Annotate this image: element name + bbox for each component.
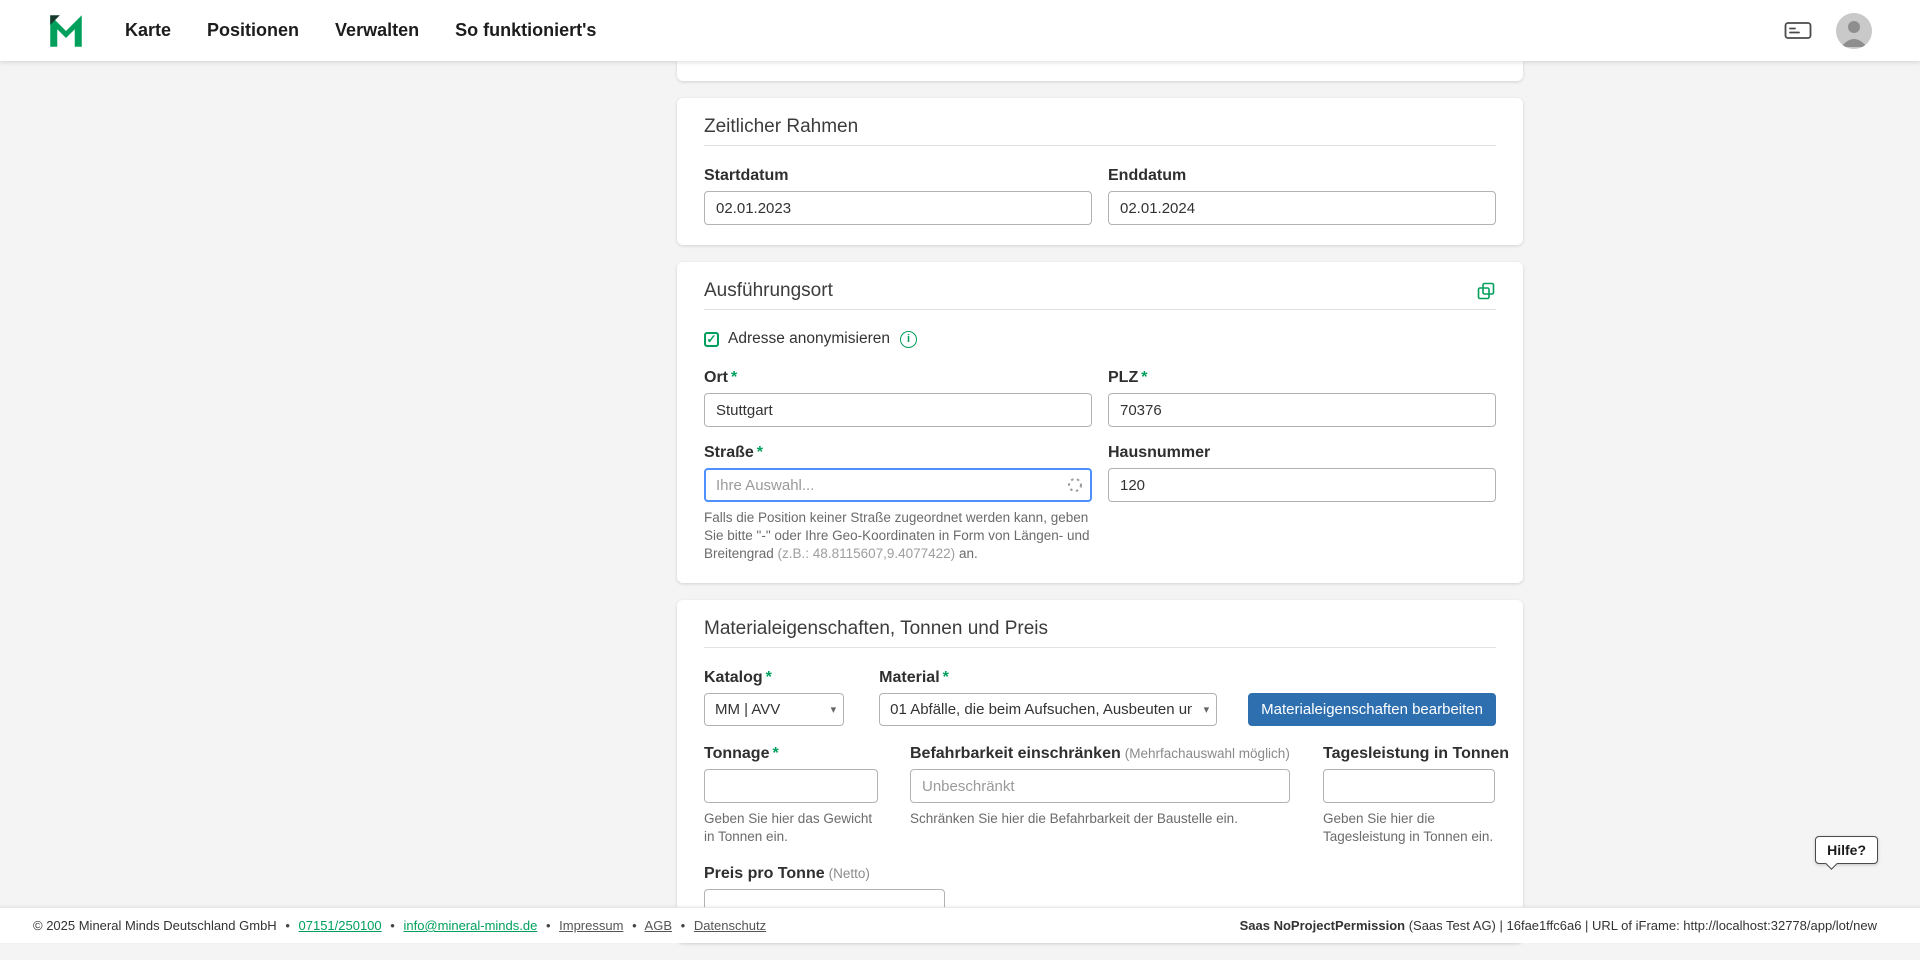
preis-pro-tonne-label: Preis pro Tonne(Netto) xyxy=(704,864,1496,883)
person-icon xyxy=(1836,13,1872,49)
footer-separator: • xyxy=(390,918,395,933)
top-navbar: Karte Positionen Verwalten So funktionie… xyxy=(0,0,1920,61)
startdatum-input[interactable] xyxy=(704,191,1092,225)
hausnummer-input[interactable] xyxy=(1108,468,1496,502)
logo-mark-icon xyxy=(45,10,87,52)
edit-material-properties-button[interactable]: Materialeigenschaften bearbeiten xyxy=(1248,693,1496,726)
material-select[interactable]: 01 Abfälle, die beim Aufsuchen, Ausbeute… xyxy=(879,693,1217,726)
ort-label: Ort* xyxy=(704,368,1092,387)
check-icon: ✓ xyxy=(706,333,716,345)
footer-right: Saas NoProjectPermission (Saas Test AG) … xyxy=(1240,918,1877,933)
required-asterisk: * xyxy=(772,745,778,762)
katalog-label: Katalog* xyxy=(704,668,844,687)
chevron-down-icon: ▾ xyxy=(831,703,837,716)
footer-separator: • xyxy=(681,918,686,933)
material-label: Material* xyxy=(879,668,1217,687)
tonnage-hint: Geben Sie hier das Gewicht in Tonnen ein… xyxy=(704,810,878,846)
footer-agb-link[interactable]: AGB xyxy=(645,918,672,933)
footer-left: © 2025 Mineral Minds Deutschland GmbH • … xyxy=(33,918,766,933)
nav-item-verwalten[interactable]: Verwalten xyxy=(335,20,419,41)
tagesleistung-label: Tagesleistung in Tonnen xyxy=(1323,744,1495,763)
billing-card-icon[interactable] xyxy=(1784,20,1812,42)
loading-spinner-icon xyxy=(1067,477,1083,493)
enddatum-label: Enddatum xyxy=(1108,166,1496,185)
chevron-down-icon: ▾ xyxy=(1204,703,1210,716)
nav-item-so-funktionierts[interactable]: So funktioniert's xyxy=(455,20,596,41)
anonymize-address-checkbox[interactable]: ✓ xyxy=(704,332,719,347)
tonnage-label: Tonnage* xyxy=(704,744,878,763)
tagesleistung-hint: Geben Sie hier die Tagesleistung in Tonn… xyxy=(1323,810,1495,846)
ort-input[interactable] xyxy=(704,393,1092,427)
katalog-select[interactable]: MM | AVV ▾ xyxy=(704,693,844,726)
info-icon[interactable]: i xyxy=(900,331,917,348)
footer-impressum-link[interactable]: Impressum xyxy=(559,918,623,933)
plz-label: PLZ* xyxy=(1108,368,1496,387)
plz-input[interactable] xyxy=(1108,393,1496,427)
footer-copyright: © 2025 Mineral Minds Deutschland GmbH xyxy=(33,918,277,933)
footer-datenschutz-link[interactable]: Datenschutz xyxy=(694,918,766,933)
enddatum-input[interactable] xyxy=(1108,191,1496,225)
footer-email-link[interactable]: info@mineral-minds.de xyxy=(403,918,537,933)
required-asterisk: * xyxy=(766,669,772,686)
copy-icon[interactable] xyxy=(1476,281,1496,301)
material-card: Materialeigenschaften, Tonnen und Preis … xyxy=(677,600,1523,943)
footer: © 2025 Mineral Minds Deutschland GmbH • … xyxy=(0,907,1920,943)
strasse-label: Straße* xyxy=(704,443,1092,462)
befahrbarkeit-input[interactable] xyxy=(910,769,1290,803)
tagesleistung-input[interactable] xyxy=(1323,769,1495,803)
footer-separator: • xyxy=(546,918,551,933)
footer-tenant-name: Saas NoProjectPermission xyxy=(1240,918,1405,933)
nav-links: Karte Positionen Verwalten So funktionie… xyxy=(125,20,596,41)
befahrbarkeit-hint: Schränken Sie hier die Befahrbarkeit der… xyxy=(910,810,1290,828)
main-content: Zeitlicher Rahmen Startdatum Enddatum Au… xyxy=(677,61,1523,960)
strasse-input[interactable] xyxy=(704,468,1092,502)
anonymize-address-label: Adresse anonymisieren xyxy=(728,330,890,348)
previous-card-partial xyxy=(677,61,1523,81)
befahrbarkeit-label: Befahrbarkeit einschränken(Mehrfachauswa… xyxy=(910,744,1290,763)
footer-separator: • xyxy=(285,918,290,933)
navbar-right xyxy=(1784,13,1872,49)
street-hint: Falls die Position keiner Straße zugeord… xyxy=(704,509,1092,563)
nav-item-positionen[interactable]: Positionen xyxy=(207,20,299,41)
card-title-ausfuehrungsort: Ausführungsort xyxy=(704,280,833,302)
help-button[interactable]: Hilfe? xyxy=(1815,836,1878,864)
mineral-minds-logo[interactable] xyxy=(45,10,87,52)
hausnummer-label: Hausnummer xyxy=(1108,443,1496,462)
required-asterisk: * xyxy=(757,444,763,461)
footer-tenant-info: (Saas Test AG) | 16fae1ffc6a6 | URL of i… xyxy=(1405,918,1877,933)
execution-location-card: Ausführungsort ✓ Adresse anonymisieren i… xyxy=(677,262,1523,583)
required-asterisk: * xyxy=(943,669,949,686)
footer-phone-link[interactable]: 07151/250100 xyxy=(299,918,382,933)
nav-item-karte[interactable]: Karte xyxy=(125,20,171,41)
startdatum-label: Startdatum xyxy=(704,166,1092,185)
card-title-material: Materialeigenschaften, Tonnen und Preis xyxy=(704,618,1048,640)
avatar[interactable] xyxy=(1836,13,1872,49)
required-asterisk: * xyxy=(1141,369,1147,386)
tonnage-input[interactable] xyxy=(704,769,878,803)
footer-separator: • xyxy=(632,918,637,933)
required-asterisk: * xyxy=(731,369,737,386)
time-frame-card: Zeitlicher Rahmen Startdatum Enddatum xyxy=(677,98,1523,245)
card-title-zeitlicher-rahmen: Zeitlicher Rahmen xyxy=(704,116,858,138)
